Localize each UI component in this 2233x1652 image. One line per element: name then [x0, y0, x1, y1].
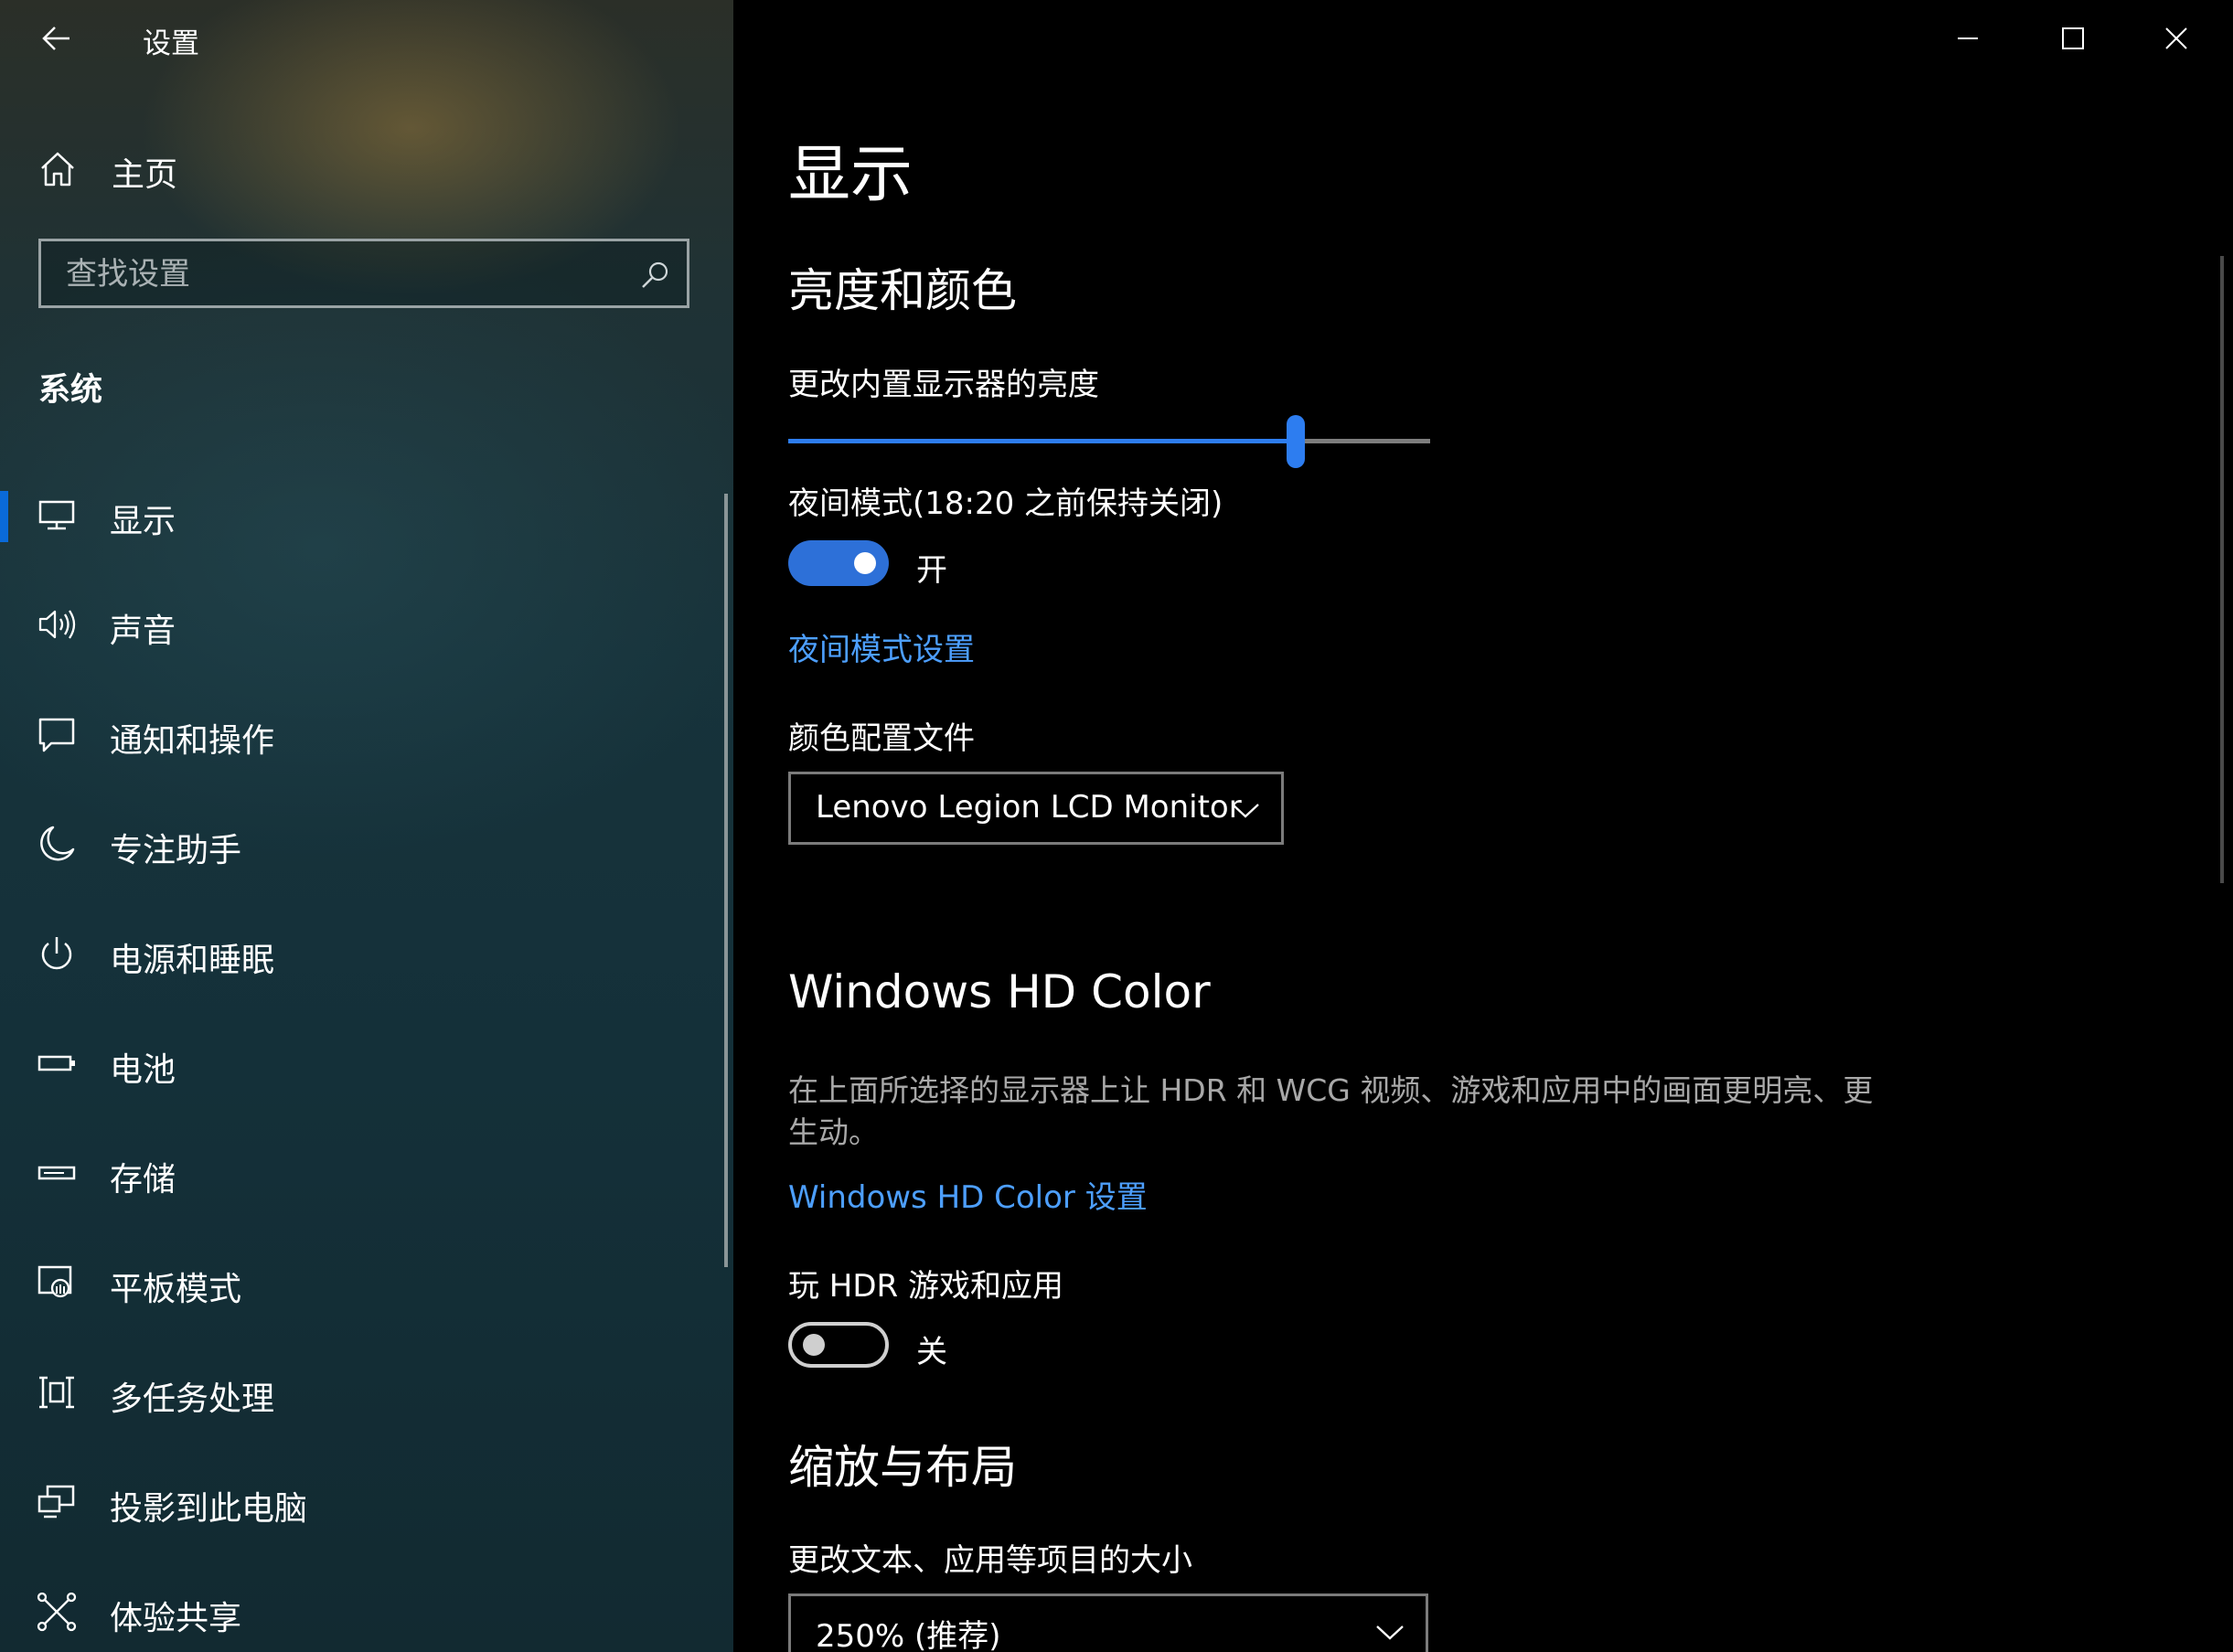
app-title: 设置: [143, 27, 199, 60]
sidebar-item-battery[interactable]: 电池: [0, 1023, 722, 1105]
scale-value: 250% (推荐): [816, 1618, 1001, 1652]
selection-indicator: [0, 491, 8, 542]
hdr-games-state: 关: [916, 1334, 947, 1370]
hd-color-description: 在上面所选择的显示器上让 HDR 和 WCG 视频、游戏和应用中的画面更明亮、更…: [788, 1072, 1874, 1150]
project-icon: [37, 1485, 75, 1519]
search-icon[interactable]: [639, 260, 670, 291]
content-scrollbar[interactable]: [2220, 256, 2224, 883]
back-arrow-icon: [42, 27, 69, 50]
search-input[interactable]: [64, 250, 616, 298]
close-button[interactable]: [2135, 11, 2217, 66]
hd-color-settings-link[interactable]: Windows HD Color 设置: [788, 1172, 1148, 1217]
home-label: 主页: [112, 156, 178, 194]
home-nav-item[interactable]: 主页: [0, 137, 733, 201]
sidebar-item-label: 声音: [110, 613, 176, 650]
tablet-mode-icon: [37, 1265, 72, 1298]
speaker-icon: [38, 610, 76, 639]
sidebar-item-label: 通知和操作: [110, 722, 275, 760]
hd-color-heading: Windows HD Color: [788, 965, 1211, 1018]
chevron-down-icon: [1376, 1625, 1404, 1640]
chevron-down-icon: [1232, 804, 1259, 818]
sidebar-item-label: 平板模式: [110, 1271, 242, 1308]
brightness-color-heading: 亮度和颜色: [788, 264, 1017, 317]
scale-label: 更改文本、应用等项目的大小: [788, 1542, 1192, 1579]
color-profile-dropdown[interactable]: Lenovo Legion LCD Monitor: [788, 772, 1284, 845]
minimize-button[interactable]: [1927, 11, 2009, 66]
hdr-games-label: 玩 HDR 游戏和应用: [788, 1268, 1063, 1305]
maximize-button[interactable]: [2031, 11, 2113, 66]
maximize-icon: [2062, 27, 2084, 49]
color-profile-label: 颜色配置文件: [788, 720, 975, 757]
sidebar-item-display[interactable]: 显示: [0, 474, 722, 557]
sidebar-item-label: 专注助手: [110, 832, 242, 869]
hdr-games-toggle[interactable]: [788, 1322, 889, 1368]
sidebar-item-label: 电源和睡眠: [110, 942, 275, 979]
sidebar-scrollbar[interactable]: [724, 494, 728, 1267]
sidebar-item-multitasking[interactable]: 多任务处理: [0, 1352, 722, 1434]
night-light-toggle[interactable]: [788, 540, 889, 586]
sidebar-item-sound[interactable]: 声音: [0, 584, 722, 666]
sidebar-item-project[interactable]: 投影到此电脑: [0, 1462, 722, 1544]
sidebar-item-label: 体验共享: [110, 1600, 242, 1637]
sidebar-item-label: 存储: [110, 1161, 176, 1199]
slider-thumb[interactable]: [1287, 415, 1305, 468]
home-icon: [41, 152, 74, 187]
scale-dropdown[interactable]: 250% (推荐): [788, 1593, 1428, 1652]
night-light-label: 夜间模式(18:20 之前保持关闭): [788, 485, 1223, 522]
slider-fill: [788, 439, 1296, 443]
sidebar-item-label: 显示: [110, 503, 176, 540]
content-pane: 显示 亮度和颜色 更改内置显示器的亮度 夜间模式(18:20 之前保持关闭) 开…: [733, 0, 2233, 1652]
sidebar-item-shared-experiences[interactable]: 体验共享: [0, 1572, 722, 1652]
title-bar: 设置: [0, 0, 733, 77]
section-title: 系统: [38, 372, 103, 409]
storage-icon: [37, 1166, 76, 1180]
sidebar-item-label: 电池: [110, 1051, 176, 1089]
back-button[interactable]: [37, 18, 77, 59]
sidebar-item-notifications[interactable]: 通知和操作: [0, 694, 722, 776]
shared-experiences-icon: [37, 1592, 77, 1632]
sidebar-item-power-sleep[interactable]: 电源和睡眠: [0, 913, 722, 996]
notification-icon: [38, 718, 75, 752]
close-icon: [2165, 27, 2187, 49]
search-box[interactable]: [38, 239, 689, 308]
sidebar-item-focus-assist[interactable]: 专注助手: [0, 804, 722, 886]
scale-layout-heading: 缩放与布局: [788, 1441, 1017, 1494]
page-title: 显示: [788, 139, 914, 211]
minimize-icon: [1958, 37, 1978, 39]
sidebar-item-label: 投影到此电脑: [110, 1490, 308, 1528]
brightness-label: 更改内置显示器的亮度: [788, 367, 1099, 403]
color-profile-value: Lenovo Legion LCD Monitor: [816, 789, 1242, 826]
navigation-pane: 设置 主页 系统 显示: [0, 0, 733, 1652]
sidebar-item-label: 多任务处理: [110, 1380, 275, 1418]
night-light-state: 开: [916, 552, 947, 589]
toggle-knob: [854, 552, 876, 574]
brightness-slider[interactable]: [788, 415, 1430, 470]
multitasking-icon: [39, 1376, 74, 1409]
night-light-settings-link[interactable]: 夜间模式设置: [788, 624, 975, 669]
toggle-knob: [803, 1334, 825, 1356]
monitor-icon: [38, 500, 75, 530]
moon-icon: [40, 826, 75, 861]
settings-window: 设置 主页 系统 显示: [0, 0, 2233, 1652]
sidebar-item-storage[interactable]: 存储: [0, 1133, 722, 1215]
battery-icon: [37, 1055, 75, 1071]
sidebar-item-tablet-mode[interactable]: 平板模式: [0, 1242, 722, 1325]
power-icon: [41, 937, 72, 970]
